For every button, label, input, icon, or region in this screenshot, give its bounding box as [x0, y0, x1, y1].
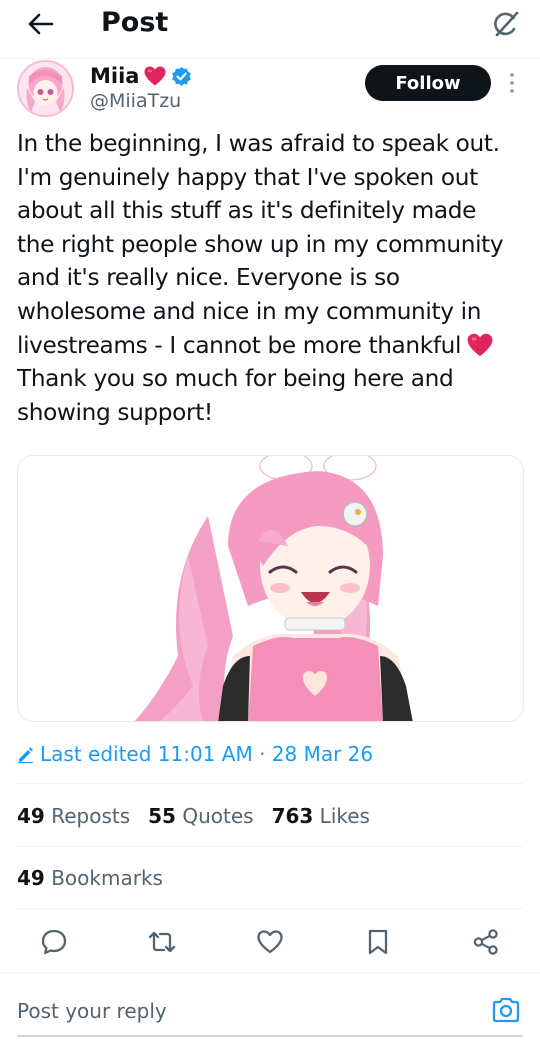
reposts-stat[interactable]: 49 Reposts: [17, 804, 130, 828]
handle[interactable]: @MiiaTzu: [90, 88, 181, 114]
divider: [17, 783, 523, 784]
quotes-count: 55: [148, 804, 176, 828]
bookmarks-count: 49: [17, 866, 45, 890]
divider: [0, 58, 540, 59]
likes-count: 763: [271, 804, 314, 828]
post-text-line: about all this stuff as it's definitely …: [17, 197, 477, 225]
post-image[interactable]: [17, 455, 524, 722]
avatar[interactable]: [17, 60, 74, 117]
quotes-stat[interactable]: 55 Quotes: [148, 804, 253, 828]
post-text-line: wholesome and nice in my community in: [17, 297, 482, 325]
post-text-line: I'm genuinely happy that I've spoken out: [17, 163, 478, 191]
quotes-label: Quotes: [182, 804, 254, 828]
repost-icon[interactable]: [145, 925, 179, 959]
post-text-line: showing support!: [17, 398, 213, 426]
reposts-count: 49: [17, 804, 45, 828]
post-text-line: the right people show up in my community: [17, 230, 504, 258]
bookmarks-stat[interactable]: 49 Bookmarks: [17, 864, 163, 892]
post-text-line: livestreams - I cannot be more thankful: [17, 331, 462, 359]
post-text-line: and it's really nice. Everyone is so: [17, 264, 400, 292]
post-text: In the beginning, I was afraid to speak …: [17, 127, 527, 429]
divider: [0, 972, 540, 973]
like-icon[interactable]: [253, 925, 287, 959]
top-bar: Post: [0, 0, 540, 58]
reply-input-underline: [17, 1035, 523, 1037]
red-heart-icon: [465, 332, 495, 358]
pencil-icon: [17, 746, 34, 763]
reply-input[interactable]: [17, 995, 477, 1027]
verified-badge-icon[interactable]: [171, 66, 192, 87]
post-text-line-with-emoji: livestreams - I cannot be more thankful: [17, 329, 527, 363]
engagement-stats: 49 Reposts 55 Quotes 763 Likes: [17, 802, 370, 830]
arrow-left-icon[interactable]: [22, 6, 58, 42]
divider: [17, 846, 523, 847]
bookmark-icon[interactable]: [361, 925, 395, 959]
follow-button[interactable]: Follow: [365, 65, 491, 101]
divider: [17, 908, 523, 909]
display-name[interactable]: Miia: [90, 64, 139, 88]
camera-icon[interactable]: [490, 994, 522, 1026]
more-options-icon[interactable]: [502, 68, 522, 98]
grok-icon[interactable]: [486, 4, 526, 44]
last-edited[interactable]: Last edited 11:01 AM · 28 Mar 26: [17, 740, 373, 768]
bookmarks-label: Bookmarks: [51, 866, 163, 890]
post-text-line: Thank you so much for being here and: [17, 365, 454, 393]
reposts-label: Reposts: [51, 804, 131, 828]
likes-label: Likes: [319, 804, 370, 828]
page-title: Post: [101, 7, 169, 38]
likes-stat[interactable]: 763 Likes: [272, 804, 370, 828]
red-heart-icon: [143, 65, 167, 87]
share-icon[interactable]: [469, 925, 503, 959]
display-name-row: Miia: [90, 62, 192, 90]
post-text-line: In the beginning, I was afraid to speak …: [17, 130, 500, 157]
last-edited-text[interactable]: Last edited 11:01 AM · 28 Mar 26: [40, 742, 373, 766]
reply-icon[interactable]: [37, 925, 71, 959]
